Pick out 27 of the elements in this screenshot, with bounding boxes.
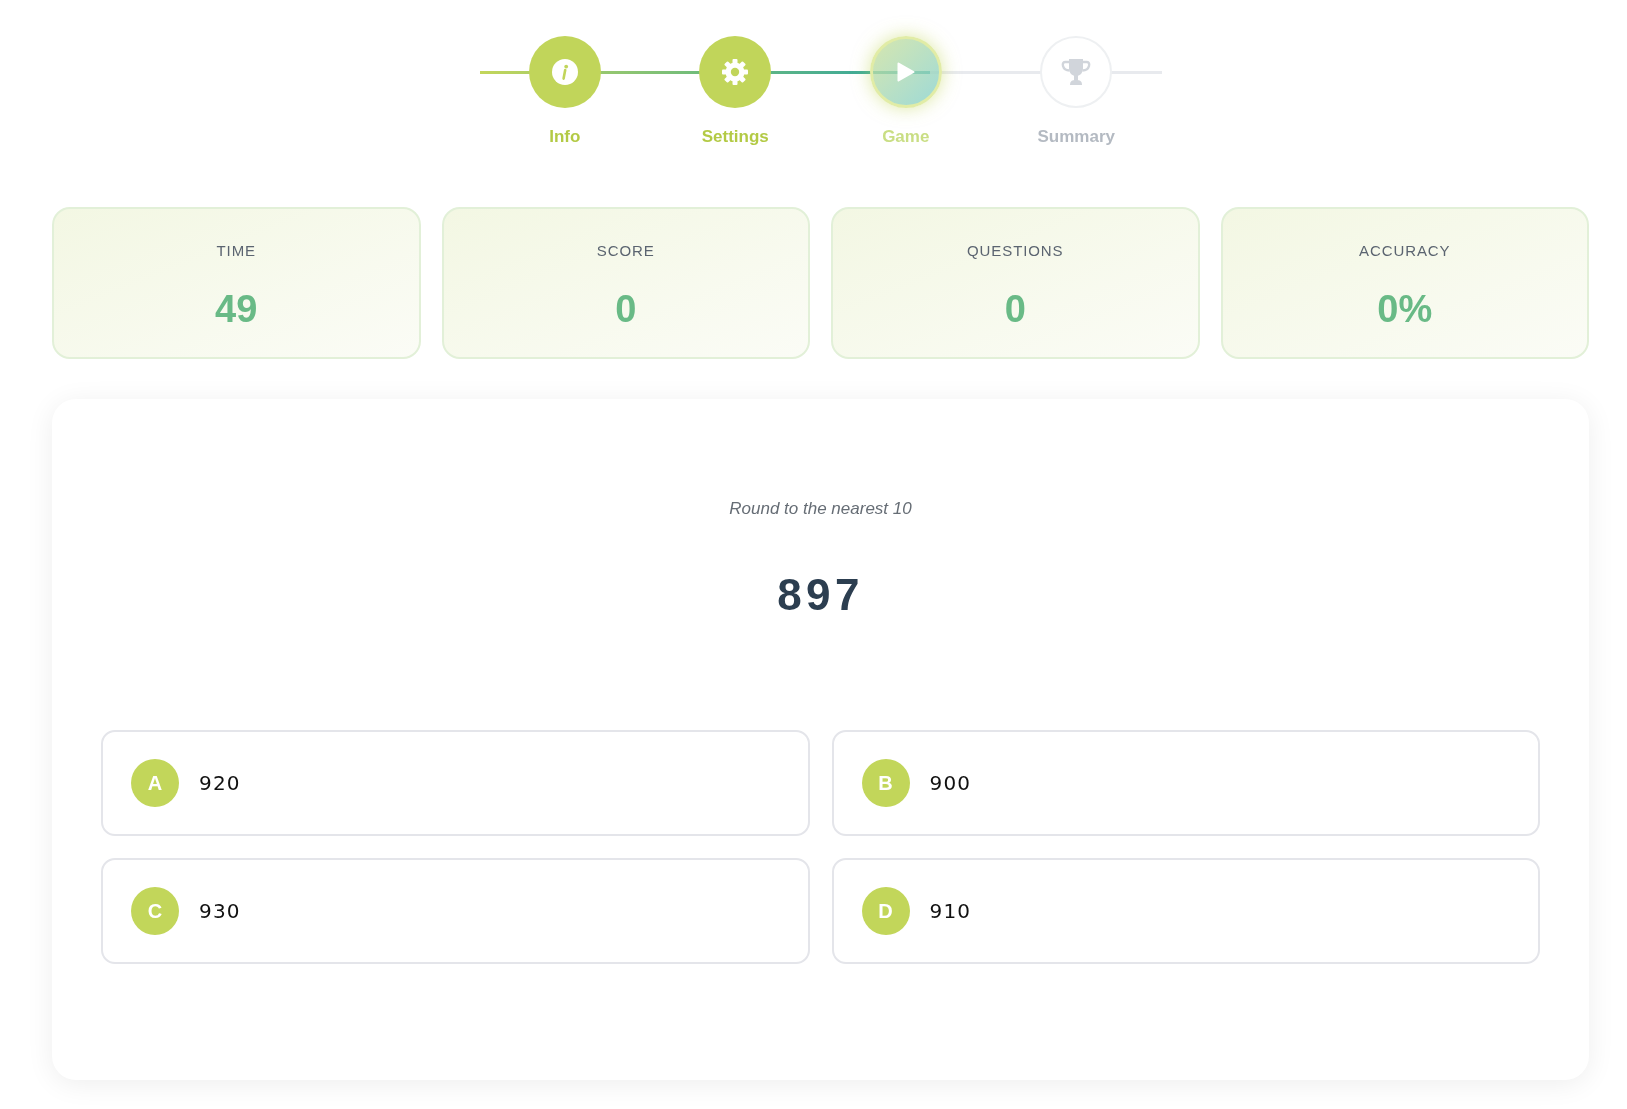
gear-icon	[721, 58, 750, 86]
letter-badge: B	[861, 759, 910, 807]
stat-value: 0	[615, 287, 637, 332]
step-button[interactable]	[869, 36, 942, 108]
step-label: Settings	[701, 126, 769, 148]
answer-button[interactable]: C 930	[101, 858, 810, 964]
stat-label: ACCURACY	[1359, 241, 1451, 261]
step-label: Game	[882, 126, 930, 148]
stat-label: TIME	[216, 241, 256, 261]
info-icon	[551, 59, 578, 85]
stat-value: 0	[1004, 287, 1026, 332]
letter-badge: D	[861, 887, 910, 935]
letter-badge: A	[131, 759, 179, 807]
stat-label: QUESTIONS	[967, 241, 1064, 261]
question-number: 897	[777, 569, 864, 621]
question-prompt: Round to the nearest 10	[729, 498, 912, 520]
letter-badge: C	[131, 887, 179, 935]
stat-value: 0%	[1377, 287, 1433, 332]
answer-button[interactable]: B 900	[831, 730, 1540, 836]
answer-button[interactable]: D 910	[831, 858, 1540, 964]
step-label: Info	[549, 126, 581, 148]
step-label: Summary	[1037, 126, 1115, 148]
answer-button[interactable]: A 920	[101, 730, 810, 836]
stat-label: SCORE	[596, 241, 655, 261]
stat-value: 49	[215, 287, 258, 332]
trophy-icon	[1061, 58, 1092, 86]
play-icon	[896, 62, 915, 82]
